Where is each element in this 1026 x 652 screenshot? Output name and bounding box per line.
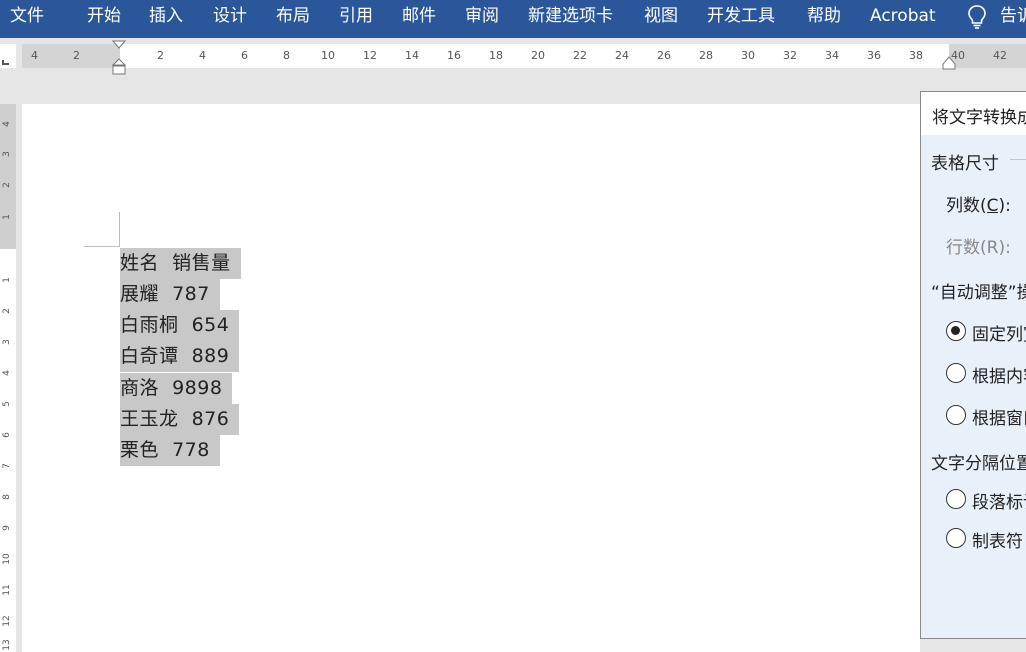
v-ruler-label: 4 [2,370,12,376]
columns-hotkey-underline [987,212,998,213]
h-ruler-label: 28 [699,49,713,62]
doc-line[interactable]: 白奇谭 889 [120,341,240,372]
radio-selected-dot [951,326,960,335]
h-ruler-label: 6 [241,49,248,62]
tab-insert[interactable]: 插入 [149,0,183,33]
tab-developer[interactable]: 开发工具 [707,0,775,33]
v-ruler-label: 3 [2,339,12,345]
h-ruler-label: 24 [615,49,629,62]
paragraph-mark-radio[interactable] [946,489,966,509]
tell-me-search[interactable]: 告诉 [1000,0,1026,33]
v-ruler-label: 1 [2,214,12,220]
h-ruler-label: 42 [993,49,1007,62]
v-ruler-label: 4 [2,121,12,127]
lightbulb-icon[interactable] [965,4,989,30]
doc-line-header[interactable]: 姓名 销售量 [120,248,241,279]
tab-help[interactable]: 帮助 [807,0,841,33]
convert-text-to-table-dialog: 将文字转换成表格 表格尺寸 列数(C): 行数(R): “自动调整”操作 固定列… [920,91,1026,639]
h-ruler-label: 8 [283,49,290,62]
dialog-title: 将文字转换成表格 [932,108,1026,128]
tab-new-tab[interactable]: 新建选项卡 [528,0,613,33]
tab-home[interactable]: 开始 [87,0,121,33]
h-ruler-label: 32 [783,49,797,62]
autofit-window-radio[interactable] [946,405,966,425]
v-ruler-label: 13 [2,639,12,651]
tab-view[interactable]: 视图 [644,0,678,33]
v-ruler-label: 5 [2,401,12,407]
paragraph-mark-label[interactable]: 段落标记 [972,488,1026,513]
v-ruler-label: 2 [2,308,12,314]
autofit-contents-radio[interactable] [946,363,966,383]
doc-line[interactable]: 白雨桐 654 [120,310,240,341]
autofit-window-label[interactable]: 根据窗口调整表格 [972,404,1026,429]
h-ruler-label: 36 [867,49,881,62]
tab-separator-radio[interactable] [946,528,966,548]
h-ruler-label: 2 [73,49,80,62]
v-ruler-label: 7 [2,463,12,469]
right-indent-marker-icon[interactable] [942,56,958,70]
h-ruler-label: 30 [741,49,755,62]
v-ruler-label: 2 [2,182,12,188]
doc-line[interactable]: 商洛 9898 [120,373,233,404]
v-ruler-label: 6 [2,432,12,438]
v-ruler-label: 8 [2,494,12,500]
h-ruler-label: 34 [825,49,839,62]
h-ruler-label: 4 [31,49,38,62]
fixed-column-width-label[interactable]: 固定列宽 [972,320,1026,345]
v-ruler-label: 11 [2,584,12,596]
ribbon-menu-bar: 文件 开始 插入 设计 布局 引用 邮件 审阅 新建选项卡 视图 开发工具 帮助… [0,0,1026,38]
rows-label: 行数(R): [946,238,1011,258]
tab-design[interactable]: 设计 [213,0,247,33]
tab-separator-label[interactable]: 制表符 [972,527,1023,552]
separator-group-label: 文字分隔位置 [931,454,1026,474]
v-ruler-label: 1 [2,277,12,283]
tab-references[interactable]: 引用 [339,0,373,33]
h-ruler-label: 12 [363,49,377,62]
left-tab-stop-icon [2,60,9,65]
h-ruler-label: 2 [157,49,164,62]
h-ruler-label: 20 [531,49,545,62]
tab-review[interactable]: 审阅 [465,0,499,33]
v-ruler-label: 10 [2,553,12,565]
margin-crop-mark [119,212,120,246]
h-ruler-label: 4 [199,49,206,62]
doc-line[interactable]: 展耀 787 [120,279,220,310]
v-ruler-label: 9 [2,525,12,531]
indent-marker-icon[interactable] [112,40,128,78]
h-ruler-label: 22 [573,49,587,62]
doc-line[interactable]: 栗色 778 [120,435,220,466]
group-divider [1010,159,1026,160]
h-ruler-label: 18 [489,49,503,62]
h-ruler-label: 10 [321,49,335,62]
h-ruler-label: 16 [447,49,461,62]
fixed-column-width-radio[interactable] [946,321,966,341]
tab-acrobat[interactable]: Acrobat [870,0,936,33]
autofit-group-label: “自动调整”操作 [931,283,1026,303]
tab-layout[interactable]: 布局 [276,0,310,33]
tab-mailings[interactable]: 邮件 [402,0,436,33]
autofit-contents-label[interactable]: 根据内容调整表格 [972,362,1026,387]
table-size-group-label: 表格尺寸 [931,154,999,174]
doc-line[interactable]: 王玉龙 876 [120,404,240,435]
tab-file[interactable]: 文件 [10,0,44,33]
h-ruler-label: 26 [657,49,671,62]
columns-label: 列数(C): [946,196,1011,216]
v-ruler-label: 3 [2,151,12,157]
margin-crop-mark [84,246,120,247]
v-ruler-label: 12 [2,615,12,627]
h-ruler-label: 14 [405,49,419,62]
h-ruler-label: 38 [909,49,923,62]
